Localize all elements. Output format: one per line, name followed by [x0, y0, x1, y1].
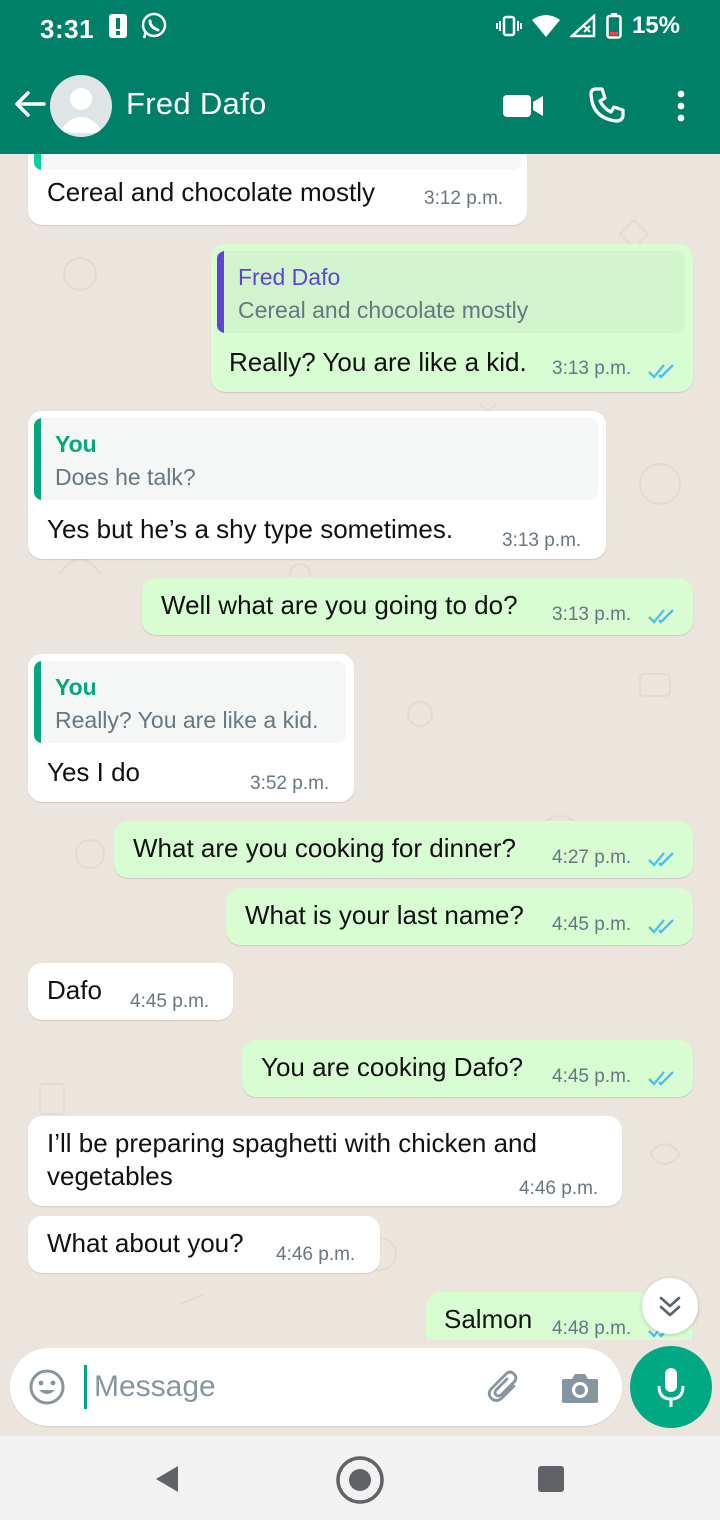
message-text: Well what are you going to do?: [161, 590, 518, 620]
message-text: Yes but he’s a shy type sometimes.: [47, 514, 454, 544]
quote-bar: [34, 418, 41, 500]
quote-bar: [34, 154, 41, 170]
message-text: What is your last name?: [245, 900, 524, 930]
message-time: 4:45 p.m.: [130, 991, 210, 1012]
message-input[interactable]: [94, 1364, 474, 1410]
message-bubble-outgoing[interactable]: You are cooking Dafo? 4:45 p.m.: [242, 1040, 693, 1097]
message-text-line-1: I’ll be preparing spaghetti with chicken…: [47, 1128, 537, 1158]
message-time: 3:13 p.m.: [552, 358, 632, 379]
message-time: 3:13 p.m.: [552, 604, 632, 625]
message-time: 4:48 p.m.: [552, 1318, 632, 1339]
more-vert-icon[interactable]: [668, 86, 694, 126]
voice-message-button[interactable]: [630, 1346, 712, 1428]
message-text: Yes I do: [47, 757, 141, 787]
message-time: 4:46 p.m.: [519, 1178, 599, 1199]
quote-bar: [34, 661, 41, 743]
nav-back-icon[interactable]: [152, 1464, 182, 1494]
double-tick-icon: [648, 919, 674, 934]
message-text: Really? You are like a kid.: [229, 347, 527, 377]
quoted-message: [34, 154, 521, 170]
double-tick-icon: [648, 609, 674, 624]
quote-text: Really? You are like a kid.: [55, 707, 319, 733]
message-bubble-incoming[interactable]: You Does he talk? Yes but he’s a shy typ…: [28, 411, 606, 559]
camera-icon[interactable]: [560, 1368, 600, 1406]
message-text: Dafo: [47, 975, 102, 1005]
quoted-message[interactable]: You Really? You are like a kid.: [34, 661, 346, 743]
message-time: 4:45 p.m.: [552, 914, 632, 935]
quote-text: Cereal and chocolate mostly: [238, 297, 529, 323]
message-text: Salmon: [444, 1304, 533, 1334]
nav-home-icon[interactable]: [334, 1454, 386, 1506]
quoted-message[interactable]: Fred Dafo Cereal and chocolate mostly: [217, 251, 685, 333]
signal-icon: [569, 14, 596, 38]
message-time: 4:27 p.m.: [552, 847, 632, 868]
message-bubble-incoming[interactable]: Cereal and chocolate mostly 3:12 p.m.: [28, 154, 527, 225]
message-list[interactable]: Cereal and chocolate mostly 3:12 p.m. Fr…: [0, 154, 720, 1340]
double-tick-icon: [648, 852, 674, 867]
message-bubble-incoming[interactable]: You Really? You are like a kid. Yes I do…: [28, 654, 354, 802]
avatar[interactable]: [50, 75, 112, 137]
quote-author: Fred Dafo: [238, 264, 341, 290]
wifi-icon: [531, 15, 560, 37]
text-cursor: [84, 1365, 87, 1409]
message-text: You are cooking Dafo?: [261, 1052, 524, 1082]
quote-text: Does he talk?: [55, 464, 196, 490]
message-bubble-outgoing[interactable]: What is your last name? 4:45 p.m.: [226, 888, 693, 945]
double-tick-icon: [648, 364, 674, 379]
whatsapp-notification-icon: [141, 12, 167, 39]
quote-author: You: [55, 674, 97, 700]
vibrate-icon: [495, 15, 522, 37]
chat-header: Fred Dafo: [0, 58, 720, 154]
message-text: What about you?: [47, 1228, 244, 1258]
emoji-icon[interactable]: [28, 1368, 66, 1406]
avatar-icon: [58, 88, 104, 133]
quoted-message[interactable]: You Does he talk?: [34, 418, 598, 500]
message-bubble-incoming[interactable]: I’ll be preparing spaghetti with chicken…: [28, 1116, 622, 1206]
message-text: Cereal and chocolate mostly: [47, 177, 376, 207]
message-bubble-outgoing[interactable]: Fred Dafo Cereal and chocolate mostly Re…: [211, 244, 693, 392]
scroll-to-bottom-button[interactable]: [642, 1278, 698, 1334]
contact-name[interactable]: Fred Dafo: [126, 86, 267, 122]
system-navigation-bar: [0, 1436, 720, 1520]
quote-author: You: [55, 431, 97, 457]
message-time: 3:12 p.m.: [424, 188, 504, 209]
composer-bar: [0, 1340, 720, 1436]
message-time: 3:52 p.m.: [250, 773, 330, 794]
message-text: What are you cooking for dinner?: [133, 833, 516, 863]
status-system-icons: 15%: [495, 12, 680, 40]
video-call-icon[interactable]: [502, 90, 544, 122]
status-time: 3:31: [40, 14, 95, 44]
phone-icon[interactable]: [588, 86, 626, 124]
message-text-line-2: vegetables: [47, 1161, 173, 1191]
battery-icon: [606, 13, 622, 39]
message-bubble-outgoing[interactable]: Well what are you going to do? 3:13 p.m.: [142, 578, 693, 635]
alert-notification-icon: [109, 14, 127, 38]
mic-icon: [657, 1368, 685, 1407]
nav-recents-icon[interactable]: [538, 1466, 564, 1492]
message-input-container[interactable]: [10, 1348, 622, 1426]
message-bubble-incoming[interactable]: Dafo 4:45 p.m.: [28, 963, 233, 1020]
quote-bar: [217, 251, 224, 333]
message-time: 4:46 p.m.: [276, 1244, 356, 1265]
double-chevron-down-icon: [659, 1296, 681, 1317]
attach-icon[interactable]: [484, 1366, 524, 1406]
message-bubble-incoming[interactable]: What about you? 4:46 p.m.: [28, 1216, 380, 1273]
message-bubble-outgoing[interactable]: What are you cooking for dinner? 4:27 p.…: [114, 821, 693, 878]
message-time: 3:13 p.m.: [502, 530, 582, 551]
status-bar: 3:31 15%: [0, 0, 720, 58]
message-time: 4:45 p.m.: [552, 1066, 632, 1087]
status-notifications: [108, 12, 168, 40]
double-tick-icon: [648, 1071, 674, 1086]
battery-percent: 15%: [631, 12, 680, 39]
back-arrow-icon[interactable]: [10, 84, 50, 124]
